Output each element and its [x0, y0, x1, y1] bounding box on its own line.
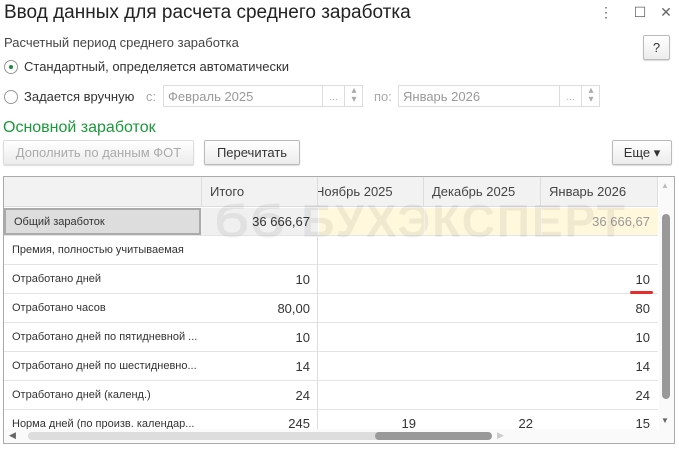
table-row[interactable]: Отработано часов 80,00 80 [4, 294, 658, 323]
cell-dec[interactable] [424, 323, 541, 351]
col-header-nov[interactable]: Ноябрь 2025 [318, 177, 424, 207]
horizontal-scrollbar[interactable]: ◀ ▶ [4, 429, 674, 443]
cell-total[interactable]: 36 666,67 [202, 208, 318, 235]
col-header-label [4, 177, 202, 207]
cell-jan[interactable]: 10 [541, 265, 658, 293]
close-icon[interactable]: ✕ [657, 4, 675, 21]
vertical-scroll-thumb[interactable] [662, 214, 670, 399]
vertical-scrollbar[interactable]: ▲ ▼ [659, 177, 674, 429]
from-date-field[interactable]: Февраль 2025 ... ▴ ▾ [163, 85, 363, 107]
col-header-dec[interactable]: Декабрь 2025 [424, 177, 541, 207]
more-icon[interactable]: ⋮ [597, 4, 615, 21]
table-row[interactable]: Отработано дней (календ.) 24 24 [4, 381, 658, 410]
cell-label[interactable]: Отработано дней (календ.) [4, 381, 201, 409]
cell-jan[interactable]: 36 666,67 [541, 208, 658, 235]
cell-dec[interactable] [424, 236, 541, 264]
cell-jan[interactable]: 80 [541, 294, 658, 322]
horizontal-scroll-thumb[interactable] [375, 432, 492, 440]
cell-dec[interactable] [424, 381, 541, 409]
cell-jan[interactable]: 14 [541, 352, 658, 380]
cell-jan[interactable] [541, 236, 658, 264]
earnings-table: Итого Ноябрь 2025 Декабрь 2025 Январь 20… [3, 176, 675, 444]
col-header-jan[interactable]: Январь 2026 [541, 177, 658, 207]
radio-auto[interactable] [4, 60, 18, 74]
cell-total[interactable] [202, 236, 318, 264]
to-label: по: [374, 89, 392, 104]
to-spin-button[interactable]: ▴ ▾ [581, 86, 600, 106]
reread-button[interactable]: Перечитать [204, 140, 300, 165]
cell-label[interactable]: Отработано дней по пятидневной ... [4, 323, 201, 351]
radio-manual[interactable] [4, 90, 18, 104]
cell-label[interactable]: Отработано часов [4, 294, 201, 322]
from-date-value: Февраль 2025 [168, 89, 254, 104]
cell-label[interactable]: Отработано дней [4, 265, 201, 293]
column-divider [317, 237, 318, 432]
cell-dec[interactable] [424, 294, 541, 322]
cell-nov[interactable] [318, 323, 424, 351]
period-label: Расчетный период среднего заработка [4, 35, 239, 50]
cell-nov[interactable] [318, 265, 424, 293]
cell-total[interactable]: 10 [202, 323, 318, 351]
cell-jan[interactable]: 10 [541, 323, 658, 351]
radio-auto-label: Стандартный, определяется автоматически [24, 59, 289, 74]
help-button[interactable]: ? [643, 35, 670, 60]
table-row[interactable]: Общий заработок 36 666,67 36 666,67 [4, 208, 658, 236]
cell-nov[interactable] [318, 352, 424, 380]
cell-label[interactable]: Общий заработок [4, 208, 201, 235]
table-row[interactable]: Отработано дней по шестидневно... 14 14 [4, 352, 658, 381]
cell-dec[interactable] [424, 265, 541, 293]
cell-nov[interactable] [318, 208, 424, 235]
to-date-field[interactable]: Январь 2026 ... ▴ ▾ [398, 85, 600, 107]
cell-label[interactable]: Премия, полностью учитываемая [4, 236, 201, 264]
cell-dec[interactable] [424, 208, 541, 235]
to-date-value: Январь 2026 [403, 89, 481, 104]
cell-total[interactable]: 10 [202, 265, 318, 293]
col-header-total[interactable]: Итого [202, 177, 318, 207]
radio-manual-label: Задается вручную [24, 89, 135, 104]
cell-dec[interactable] [424, 352, 541, 380]
cell-total[interactable]: 24 [202, 381, 318, 409]
cell-total[interactable]: 14 [202, 352, 318, 380]
section-title: Основной заработок [3, 119, 156, 136]
more-actions-button[interactable]: Еще ▾ [612, 140, 672, 165]
cell-jan[interactable]: 24 [541, 381, 658, 409]
cell-nov[interactable] [318, 381, 424, 409]
from-spin-button[interactable]: ▴ ▾ [344, 86, 363, 106]
window-title: Ввод данных для расчета среднего заработ… [4, 2, 411, 23]
maximize-icon[interactable]: ☐ [631, 4, 649, 21]
red-marker [630, 291, 653, 294]
table-row[interactable]: Премия, полностью учитываемая [4, 236, 658, 265]
cell-nov[interactable] [318, 236, 424, 264]
fill-from-fot-button[interactable]: Дополнить по данным ФОТ [3, 140, 194, 165]
from-label: с: [146, 89, 157, 104]
cell-nov[interactable] [318, 294, 424, 322]
table-row[interactable]: Отработано дней по пятидневной ... 10 10 [4, 323, 658, 352]
cell-label[interactable]: Отработано дней по шестидневно... [4, 352, 201, 380]
cell-total[interactable]: 80,00 [202, 294, 318, 322]
to-select-button[interactable]: ... [559, 86, 581, 106]
table-row[interactable]: Отработано дней 10 10 [4, 265, 658, 294]
from-select-button[interactable]: ... [322, 86, 344, 106]
